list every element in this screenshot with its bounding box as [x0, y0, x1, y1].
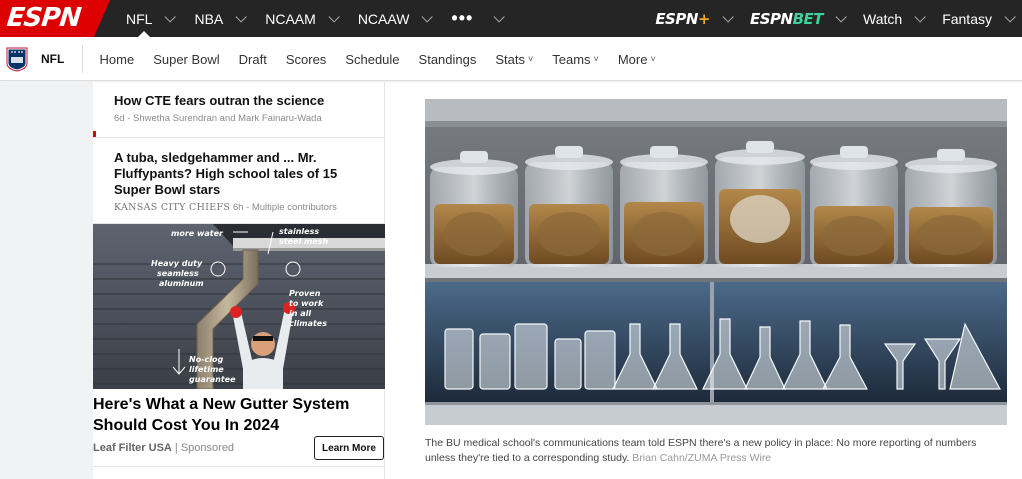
callout-water: more water: [171, 229, 224, 238]
story-age: 6h: [232, 202, 244, 213]
espn-plus-menu[interactable]: ESPN+: [645, 0, 740, 37]
espn-plus-logo: ESPN+: [655, 9, 710, 28]
story-team: KANSAS CITY CHIEFS: [114, 202, 231, 213]
story-age: 6d: [114, 113, 125, 124]
chevron-down-icon[interactable]: [914, 10, 926, 23]
espn-logo[interactable]: ESPN: [0, 0, 110, 37]
top-navigation-bar: ESPN NFL NBA NCAAM NCAAW ••• ESPN+ ESPNB…: [0, 0, 1022, 38]
story-byline: Shwetha Surendran and Mark Fainaru-Wada: [133, 113, 322, 124]
callout-proven-2: to work: [289, 299, 324, 308]
gutter-ad-illustration: more water stainless steel mesh Heavy du…: [93, 224, 385, 389]
subnav-item-label: More: [617, 51, 648, 67]
subnav-item-teams[interactable]: Teams ˅: [543, 52, 609, 67]
story-meta: KANSAS CITY CHIEFS 6h - Multiple contrib…: [114, 202, 337, 213]
callout-mesh-1: stainless: [279, 227, 319, 236]
chevron-down-icon[interactable]: [421, 10, 434, 23]
chevron-down-icon: ˅: [527, 54, 534, 64]
league-ncaam[interactable]: NCAAM: [254, 0, 347, 37]
callout-guarantee-2: lifetime: [189, 365, 224, 374]
callout-aluminum-1: Heavy duty: [151, 259, 203, 268]
watch-label: Watch: [863, 10, 903, 27]
subnav-items: Home Super Bowl Draft Scores Schedule St…: [90, 37, 665, 81]
league-ncaaw[interactable]: NCAAW: [347, 0, 441, 37]
watch-menu[interactable]: Watch: [853, 0, 932, 37]
story-title[interactable]: A tuba, sledgehammer and ... Mr. Fluffyp…: [114, 150, 364, 198]
callout-proven-1: Proven: [289, 289, 321, 298]
headlines-column: How CTE fears outran the science 6d - Sh…: [93, 82, 385, 479]
league-label: NBA: [194, 10, 224, 27]
learn-more-button[interactable]: Learn More: [314, 436, 384, 460]
subnav-item-standings[interactable]: Standings: [409, 52, 486, 67]
photo-caption: The BU medical school's communications t…: [425, 436, 1007, 466]
ad-sponsor: Leaf Filter USA | Sponsored: [93, 442, 235, 454]
headline-story[interactable]: How CTE fears outran the science 6d - Sh…: [93, 82, 385, 138]
subnav-item-home[interactable]: Home: [90, 52, 144, 67]
subnav-item-scores[interactable]: Scores: [276, 52, 335, 67]
subnav-item-schedule[interactable]: Schedule: [336, 52, 409, 67]
league-nfl[interactable]: NFL: [115, 0, 183, 38]
league-nba[interactable]: NBA: [183, 0, 254, 37]
chevron-down-icon[interactable]: [164, 10, 177, 23]
league-label: NCAAW: [357, 10, 410, 27]
story-title[interactable]: How CTE fears outran the science: [114, 93, 364, 109]
ad-sponsored-label: Sponsored: [180, 442, 235, 454]
league-nav: NFL NBA NCAAM NCAAW •••: [115, 0, 512, 38]
chevron-down-icon[interactable]: [493, 10, 506, 23]
nfl-shield-icon[interactable]: [6, 46, 28, 72]
subnav-item-label: Teams: [552, 51, 591, 67]
article-photo[interactable]: [425, 99, 1007, 425]
more-dots-icon: •••: [451, 8, 474, 28]
chevron-down-icon: ˅: [650, 54, 656, 64]
subnav-item-more[interactable]: More ˅: [608, 52, 665, 67]
league-label: NCAAM: [265, 10, 316, 27]
story-byline: Multiple contributors: [251, 202, 337, 213]
callout-aluminum-3: aluminum: [159, 279, 204, 288]
fantasy-label: Fantasy: [942, 10, 992, 27]
story-meta: 6d - Shwetha Surendran and Mark Fainaru-…: [114, 113, 322, 124]
subnav-item-label: Stats: [495, 51, 525, 67]
photo-credit: Brian Cahn/ZUMA Press Wire: [632, 452, 772, 464]
page-gutter: [0, 82, 93, 479]
ad-advertiser[interactable]: Leaf Filter USA: [93, 442, 172, 454]
league-label: NFL: [126, 10, 153, 27]
subnav-league-label[interactable]: NFL: [41, 52, 64, 66]
ad-headline[interactable]: Here's What a New Gutter System Should C…: [93, 394, 385, 436]
chevron-down-icon[interactable]: [722, 10, 734, 23]
fantasy-menu[interactable]: Fantasy: [932, 0, 1022, 37]
callout-mesh-2: steel mesh: [279, 237, 328, 246]
more-leagues-menu[interactable]: •••: [440, 0, 512, 37]
callout-proven-3: in all: [289, 309, 311, 318]
chevron-down-icon[interactable]: [1004, 10, 1016, 23]
league-subnav: NFL Home Super Bowl Draft Scores Schedul…: [0, 37, 1022, 81]
headline-story[interactable]: A tuba, sledgehammer and ... Mr. Fluffyp…: [93, 138, 385, 224]
logo-text: ESPN: [5, 3, 82, 33]
chevron-down-icon: ˅: [593, 54, 599, 64]
lab-shelf-photo: [425, 99, 1007, 425]
callout-proven-4: climates: [289, 319, 327, 328]
chevron-down-icon[interactable]: [235, 10, 248, 23]
divider: [93, 466, 385, 467]
callout-aluminum-2: seamless: [157, 269, 199, 278]
chevron-down-icon[interactable]: [835, 10, 847, 23]
callout-guarantee-3: guarantee: [189, 375, 236, 384]
ad-image[interactable]: more water stainless steel mesh Heavy du…: [93, 224, 385, 389]
subnav-item-super-bowl[interactable]: Super Bowl: [144, 52, 229, 67]
subnav-item-stats[interactable]: Stats ˅: [486, 52, 543, 67]
right-nav: ESPN+ ESPNBET Watch Fantasy: [645, 0, 1022, 37]
callout-guarantee-1: No-clog: [189, 355, 223, 364]
chevron-down-icon[interactable]: [328, 10, 340, 23]
espn-bet-menu[interactable]: ESPNBET: [740, 0, 853, 37]
active-marker: [93, 131, 96, 137]
subnav-item-draft[interactable]: Draft: [229, 52, 276, 67]
subnav-divider: [82, 45, 83, 73]
espn-bet-logo: ESPNBET: [750, 9, 824, 28]
